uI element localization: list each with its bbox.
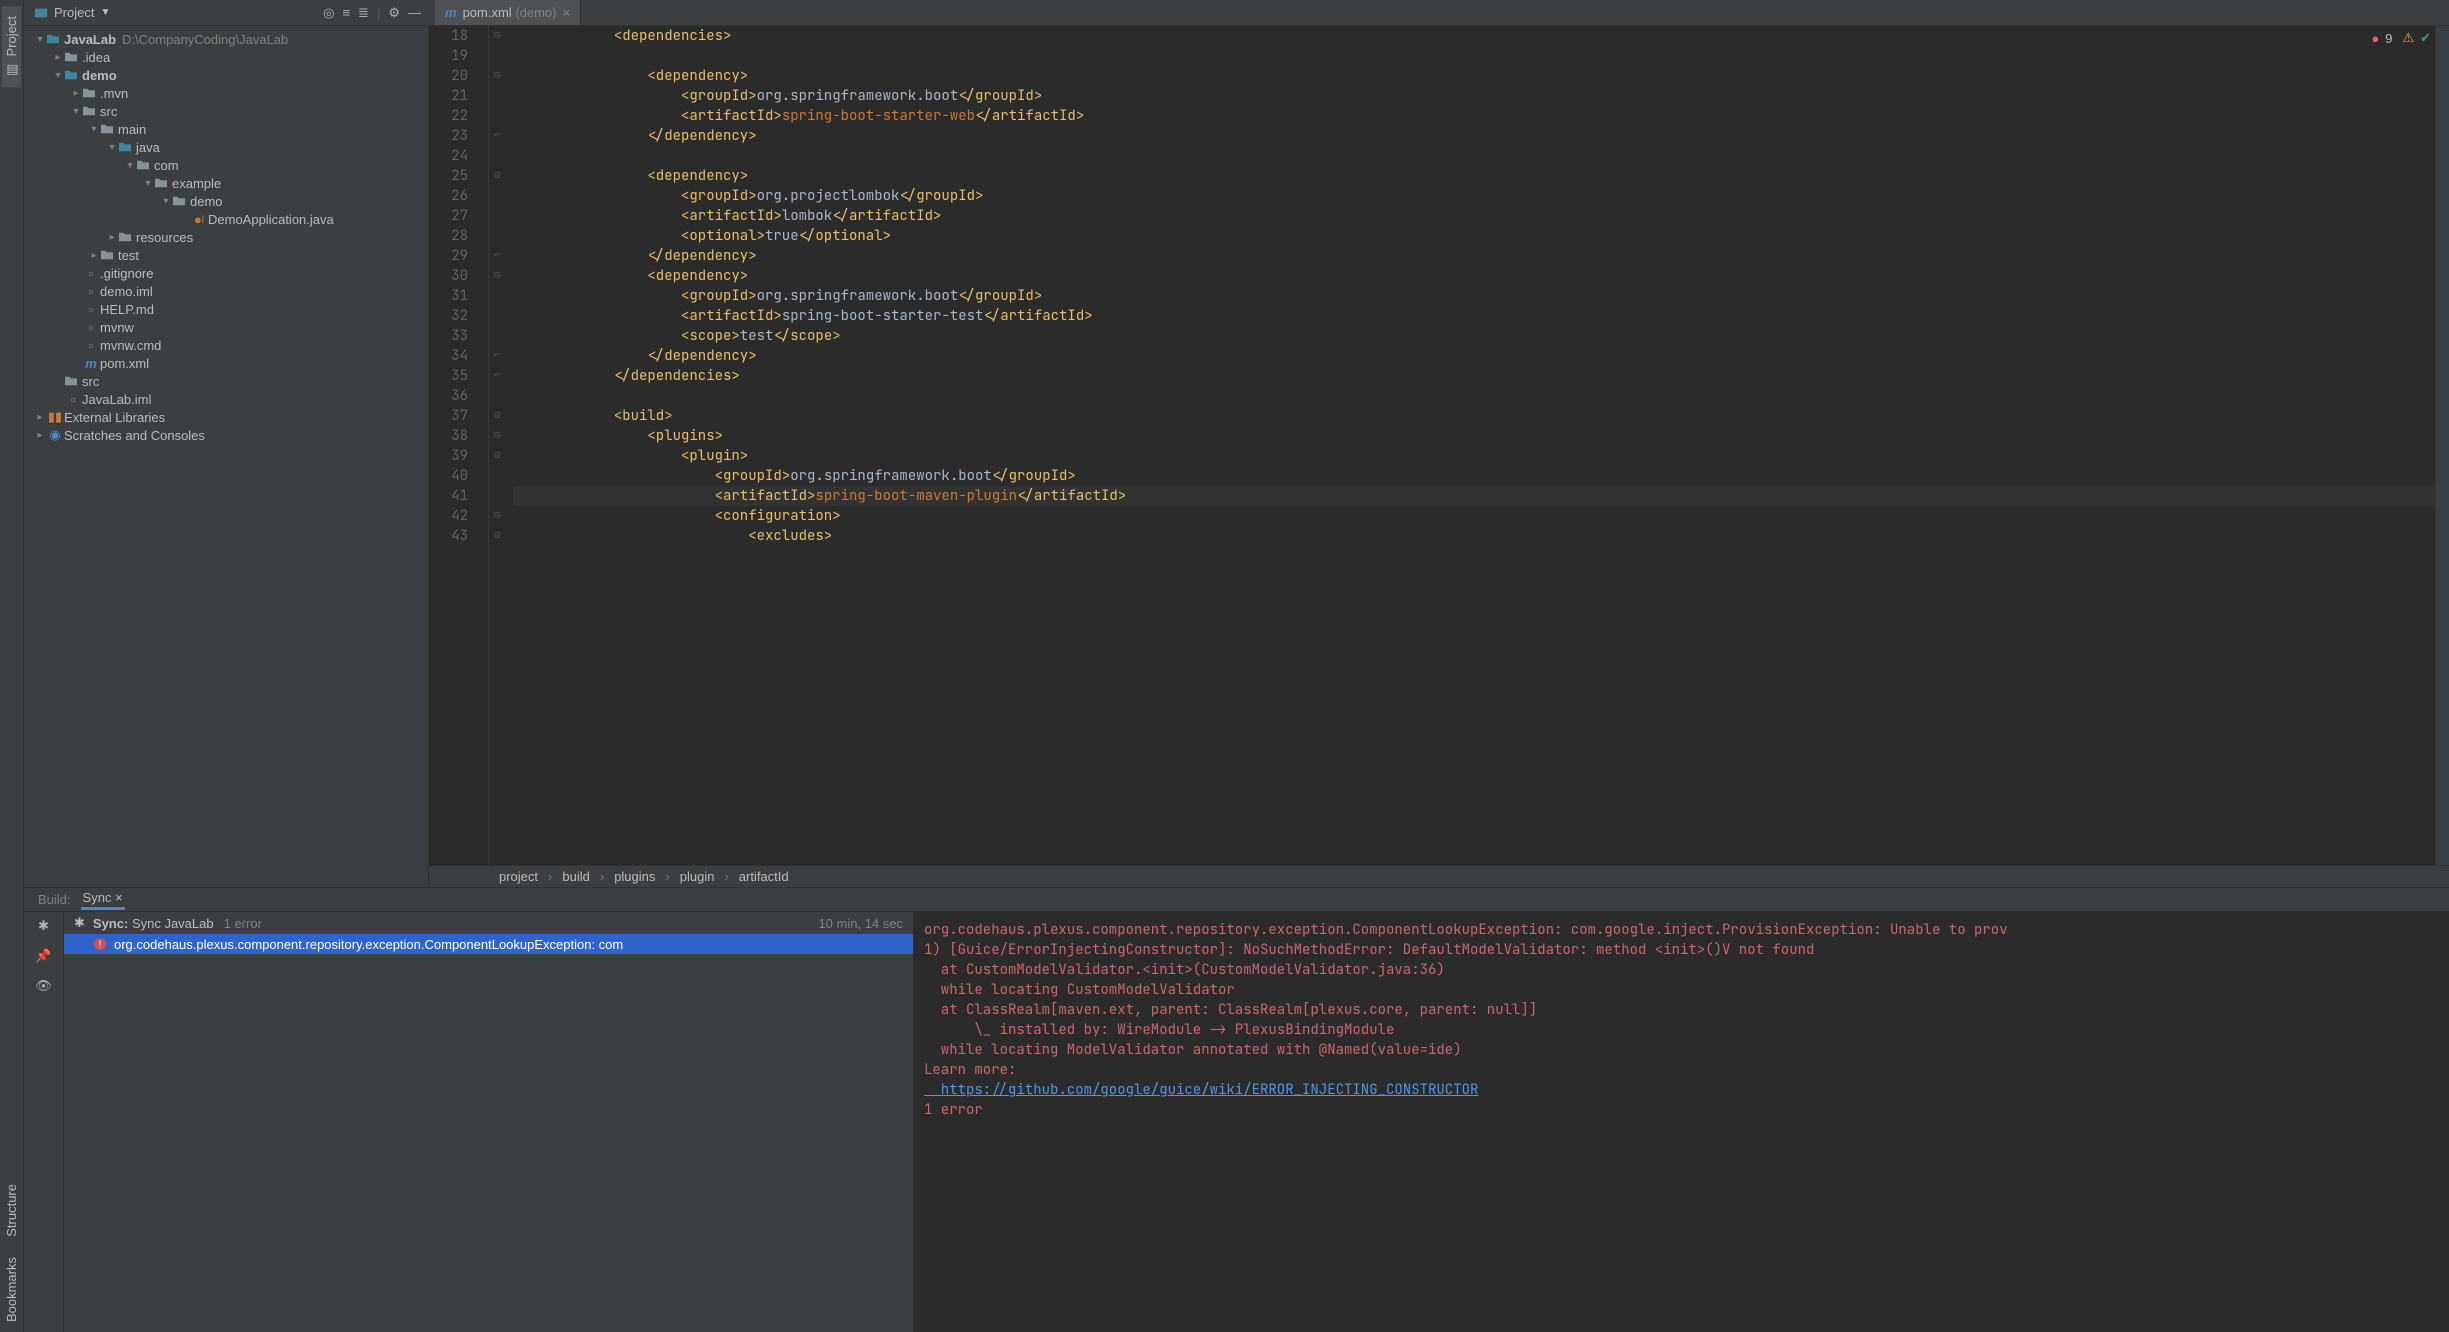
tree-main[interactable]: ▾main — [24, 120, 428, 138]
error-count-label: 1 error — [224, 916, 262, 931]
tree-demoiml[interactable]: ▫demo.iml — [24, 282, 428, 300]
project-tool-icon: ▤ — [4, 62, 19, 77]
bookmarks-tool-label: Bookmarks — [4, 1257, 19, 1322]
topbar: Project ▼ ◎ ≡ ≣ | ⚙ — m pom.xml (demo) × — [24, 0, 2449, 26]
gear-icon[interactable]: ⚙ — [388, 5, 400, 21]
project-tool-tab[interactable]: ▤ Project — [2, 6, 21, 87]
build-label: Build: — [38, 892, 71, 907]
build-sync-tab[interactable]: Sync × — [81, 890, 125, 910]
expand-all-icon[interactable]: ≡ — [342, 5, 350, 20]
tree-example[interactable]: ▾example — [24, 174, 428, 192]
pin-icon[interactable]: 📌 — [35, 948, 51, 964]
build-side-toolbar: ✱ 📌 👁 — [24, 912, 64, 1332]
breadcrumbs[interactable]: project›build›plugins›plugin›artifactId — [429, 865, 2449, 887]
maven-file-icon: m — [445, 5, 457, 20]
project-view-label: Project — [54, 5, 94, 20]
right-scrollbar[interactable] — [2435, 26, 2449, 865]
spinner-icon: ✱ — [74, 915, 85, 931]
view-icon[interactable]: 👁 — [35, 978, 52, 994]
tree-test[interactable]: ▸test — [24, 246, 428, 264]
error-dot-icon: ! — [94, 938, 106, 950]
breadcrumb-item[interactable]: plugins — [614, 869, 655, 884]
error-icon: ● — [2371, 31, 2379, 46]
tree-src[interactable]: ▾src — [24, 102, 428, 120]
project-view-icon — [34, 6, 48, 20]
left-gutter: ▤ Project Structure Bookmarks — [0, 0, 24, 1332]
chevron-down-icon: ▼ — [100, 7, 110, 18]
breadcrumb-item[interactable]: plugin — [680, 869, 715, 884]
fold-gutter[interactable]: ⊟⊟⌐⊟⌐⊟⌐⌐⊟⊟⊟⊟⊟ — [489, 26, 505, 865]
editor[interactable]: 1819202122232425262728293031323334353637… — [429, 26, 2449, 865]
build-tree[interactable]: ✱ Sync: Sync JavaLab 1 error 10 min, 14 … — [64, 912, 914, 1332]
build-console[interactable]: org.codehaus.plexus.component.repository… — [914, 912, 2449, 1332]
stacktrace-link[interactable]: https://github.com/google/guice/wiki/ERR… — [924, 1081, 1478, 1099]
tree-com[interactable]: ▾com — [24, 156, 428, 174]
elapsed-time: 10 min, 14 sec — [818, 916, 903, 931]
build-error-row[interactable]: ! org.codehaus.plexus.component.reposito… — [64, 934, 913, 954]
tree-idea[interactable]: ▸.idea — [24, 48, 428, 66]
structure-tool-tab[interactable]: Structure — [2, 1174, 21, 1247]
breadcrumb-item[interactable]: artifactId — [739, 869, 789, 884]
tree-demo[interactable]: ▾demo — [24, 66, 428, 84]
build-error-text: org.codehaus.plexus.component.repository… — [114, 937, 623, 952]
bookmarks-tool-tab[interactable]: Bookmarks — [2, 1247, 21, 1332]
structure-tool-label: Structure — [4, 1184, 19, 1237]
tree-demoapp[interactable]: ●ʲDemoApplication.java — [24, 210, 428, 228]
inspections-widget[interactable]: ● 9 ⚠ ✔ — [2371, 30, 2431, 46]
tab-context: (demo) — [515, 5, 556, 20]
error-count: 9 — [2385, 31, 2392, 46]
sync-spinner-icon[interactable]: ✱ — [38, 918, 49, 934]
locate-icon[interactable]: ◎ — [323, 5, 334, 21]
sync-summary-row[interactable]: ✱ Sync: Sync JavaLab 1 error 10 min, 14 … — [64, 912, 913, 934]
editor-tabs: m pom.xml (demo) × — [429, 0, 581, 25]
tree-pom[interactable]: mpom.xml — [24, 354, 428, 372]
tree-gitignore[interactable]: ▫.gitignore — [24, 264, 428, 282]
breadcrumb-item[interactable]: build — [562, 869, 589, 884]
tree-resources[interactable]: ▸resources — [24, 228, 428, 246]
tree-src2[interactable]: src — [24, 372, 428, 390]
tree-help[interactable]: ▫HELP.md — [24, 300, 428, 318]
close-tab-icon[interactable]: × — [563, 5, 571, 20]
tree-mvnw[interactable]: ▫mvnw — [24, 318, 428, 336]
build-tool-window: Build: Sync × ✱ 📌 👁 ✱ Sync: Sync JavaLab… — [24, 887, 2449, 1332]
project-view-dropdown[interactable]: Project ▼ — [24, 0, 120, 25]
tree-scratches[interactable]: ▸◉Scratches and Consoles — [24, 426, 428, 444]
code-content[interactable]: <dependencies> <dependency> <groupId>org… — [505, 26, 2435, 865]
tree-mvn[interactable]: ▸.mvn — [24, 84, 428, 102]
hide-icon[interactable]: — — [408, 5, 421, 20]
editor-tab-pom[interactable]: m pom.xml (demo) × — [435, 0, 581, 25]
project-tree[interactable]: ▾ JavaLabD:\CompanyCoding\JavaLab ▸.idea… — [24, 26, 429, 887]
breadcrumb-item[interactable]: project — [499, 869, 538, 884]
tree-java[interactable]: ▾java — [24, 138, 428, 156]
line-number-gutter: 1819202122232425262728293031323334353637… — [429, 26, 489, 865]
ok-icon: ✔ — [2420, 30, 2431, 46]
tree-demo2[interactable]: ▾demo — [24, 192, 428, 210]
tab-filename: pom.xml — [463, 5, 512, 20]
tree-root[interactable]: ▾ JavaLabD:\CompanyCoding\JavaLab — [24, 30, 428, 48]
tree-mvnwcmd[interactable]: ▫mvnw.cmd — [24, 336, 428, 354]
editor-area: 1819202122232425262728293031323334353637… — [429, 26, 2449, 887]
tree-extlib[interactable]: ▸▮▮External Libraries — [24, 408, 428, 426]
tree-javalabiml[interactable]: ▫JavaLab.iml — [24, 390, 428, 408]
collapse-all-icon[interactable]: ≣ — [358, 5, 369, 21]
project-tool-label: Project — [4, 16, 19, 56]
warning-icon: ⚠ — [2402, 30, 2414, 46]
